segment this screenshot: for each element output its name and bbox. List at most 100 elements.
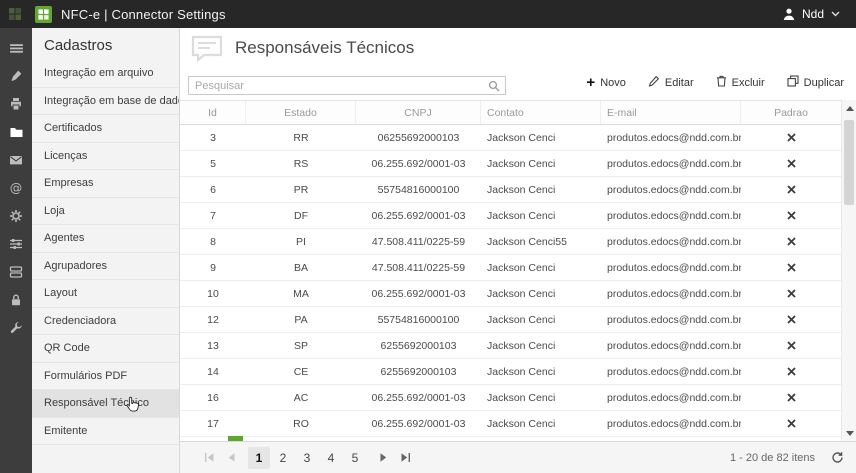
first-page-button[interactable] (198, 447, 220, 469)
page-number[interactable]: 1 (248, 447, 270, 469)
table-row[interactable]: 10MA06.255.692/0001-03Jackson Cenciprodu… (180, 281, 841, 307)
sidebar-item[interactable]: Agentes (32, 225, 179, 253)
cell-padrao (741, 229, 841, 254)
table-row[interactable]: 7DF06.255.692/0001-03Jackson Cenciprodut… (180, 203, 841, 229)
cell-contato: Jackson Cenci55 (481, 229, 601, 254)
mail-icon[interactable] (0, 146, 32, 174)
pencil-icon (648, 75, 660, 90)
gear-icon[interactable] (0, 202, 32, 230)
column-header-padrao[interactable]: Padrao (741, 101, 841, 124)
sidebar-item[interactable]: Integração em base de dados (32, 88, 179, 116)
editar-label: Editar (665, 77, 694, 89)
search-box (188, 76, 506, 95)
column-header-contato[interactable]: Contato (481, 101, 601, 124)
next-page-button[interactable] (372, 447, 394, 469)
vertical-scrollbar[interactable] (841, 100, 856, 441)
cell-cnpj: 06.255.692/0001-03 (356, 411, 481, 436)
cell-contato: Jackson Cenci (481, 125, 601, 150)
cell-cnpj: 06.255.692/0001-03 (356, 203, 481, 228)
cell-cnpj: 55754816000100 (356, 177, 481, 202)
page-number[interactable]: 2 (272, 447, 294, 469)
table-row[interactable]: 8PI47.508.411/0225-59Jackson Cenci55prod… (180, 229, 841, 255)
cell-estado: PA (246, 307, 356, 332)
cell-id: 14 (180, 359, 246, 384)
excluir-button[interactable]: Excluir (714, 73, 767, 92)
cell-estado: RS (246, 151, 356, 176)
chevron-down-icon[interactable] (831, 11, 840, 17)
scroll-up-arrow-icon[interactable] (842, 102, 856, 114)
cell-contato: Jackson Cenci (481, 255, 601, 280)
table-row[interactable]: 3RR06255692000103Jackson Cenciprodutos.e… (180, 125, 841, 151)
cell-padrao (741, 385, 841, 410)
page-number[interactable]: 3 (296, 447, 318, 469)
sidebar-item[interactable]: Layout (32, 280, 179, 308)
printer-icon[interactable] (0, 90, 32, 118)
lock-icon[interactable] (0, 286, 32, 314)
column-header-email[interactable]: E-mail (601, 101, 741, 124)
svg-text:@: @ (10, 181, 23, 195)
prev-page-button[interactable] (220, 447, 242, 469)
plus-icon: + (586, 77, 595, 88)
sidebar-item[interactable]: Responsável Técnico (32, 390, 179, 418)
search-input[interactable] (189, 80, 488, 92)
user-icon[interactable] (782, 7, 796, 21)
user-menu[interactable]: Ndd (802, 7, 824, 21)
cell-email: produtos.edocs@ndd.com.br (601, 359, 741, 384)
sidebar-item[interactable]: Formulários PDF (32, 363, 179, 391)
table-row[interactable]: 9BA47.508.411/0225-59Jackson Cenciprodut… (180, 255, 841, 281)
brush-icon[interactable] (0, 62, 32, 90)
table-row[interactable]: 17RO06.255.692/0001-03Jackson Cenciprodu… (180, 411, 841, 437)
sidebar-item[interactable]: Loja (32, 198, 179, 226)
column-header-cnpj[interactable]: CNPJ (356, 101, 481, 124)
table-row[interactable]: 6PR55754816000100Jackson Cenciprodutos.e… (180, 177, 841, 203)
cell-cnpj: 47.508.411/0225-59 (356, 255, 481, 280)
icon-rail: @ (0, 28, 32, 473)
sidebar-item[interactable]: Licenças (32, 143, 179, 171)
refresh-icon[interactable] (831, 451, 844, 464)
sidebar-item[interactable]: Integração em arquivo (32, 60, 179, 88)
cell-padrao (741, 359, 841, 384)
sidebar-item[interactable]: Agrupadores (32, 253, 179, 281)
column-header-estado[interactable]: Estado (246, 101, 356, 124)
sidebar-item[interactable]: Emitente (32, 418, 179, 446)
scrollbar-thumb[interactable] (844, 120, 854, 205)
excluir-label: Excluir (732, 77, 765, 89)
folder-icon[interactable] (0, 118, 32, 146)
page-number[interactable]: 4 (320, 447, 342, 469)
novo-label: Novo (600, 77, 626, 89)
table-row[interactable]: 12PA55754816000100Jackson Cenciprodutos.… (180, 307, 841, 333)
storage-icon[interactable] (0, 258, 32, 286)
column-header-id[interactable]: Id (180, 101, 246, 124)
table-row[interactable]: 13SP6255692000103Jackson Cenciprodutos.e… (180, 333, 841, 359)
duplicar-label: Duplicar (804, 77, 844, 89)
pager: 12345 1 - 20 de 82 itens (180, 441, 856, 473)
menu-icon[interactable] (0, 34, 32, 62)
editar-button[interactable]: Editar (646, 73, 696, 92)
sidebar-item[interactable]: QR Code (32, 335, 179, 363)
cell-padrao (741, 281, 841, 306)
table-row[interactable]: 14CE6255692000103Jackson Cenciprodutos.e… (180, 359, 841, 385)
cell-contato: Jackson Cenci (481, 281, 601, 306)
wrench-icon[interactable] (0, 314, 32, 342)
sidebar-item[interactable]: Empresas (32, 170, 179, 198)
novo-button[interactable]: + Novo (584, 75, 627, 91)
table-row[interactable]: 5RS06.255.692/0001-03Jackson Cenciprodut… (180, 151, 841, 177)
cell-padrao (741, 177, 841, 202)
last-page-button[interactable] (394, 447, 416, 469)
page-header: Responsáveis Técnicos (190, 33, 414, 63)
cell-padrao (741, 125, 841, 150)
table-header-row: IdEstadoCNPJContatoE-mailPadrao (180, 101, 841, 125)
sliders-icon[interactable] (0, 230, 32, 258)
sidebar-item[interactable]: Certificados (32, 115, 179, 143)
topbar: NFC-e | Connector Settings Ndd (0, 0, 856, 28)
cell-estado: SP (246, 333, 356, 358)
scroll-down-arrow-icon[interactable] (842, 427, 856, 439)
cell-contato: Jackson Cenci (481, 411, 601, 436)
page-number[interactable]: 5 (344, 447, 366, 469)
at-sign-icon[interactable]: @ (0, 174, 32, 202)
table-row[interactable]: 16AC06.255.692/0001-03Jackson Cenciprodu… (180, 385, 841, 411)
app-title: NFC-e | Connector Settings (61, 7, 226, 22)
duplicar-button[interactable]: Duplicar (785, 73, 846, 92)
sidebar-item[interactable]: Credenciadora (32, 308, 179, 336)
cell-estado: RO (246, 411, 356, 436)
